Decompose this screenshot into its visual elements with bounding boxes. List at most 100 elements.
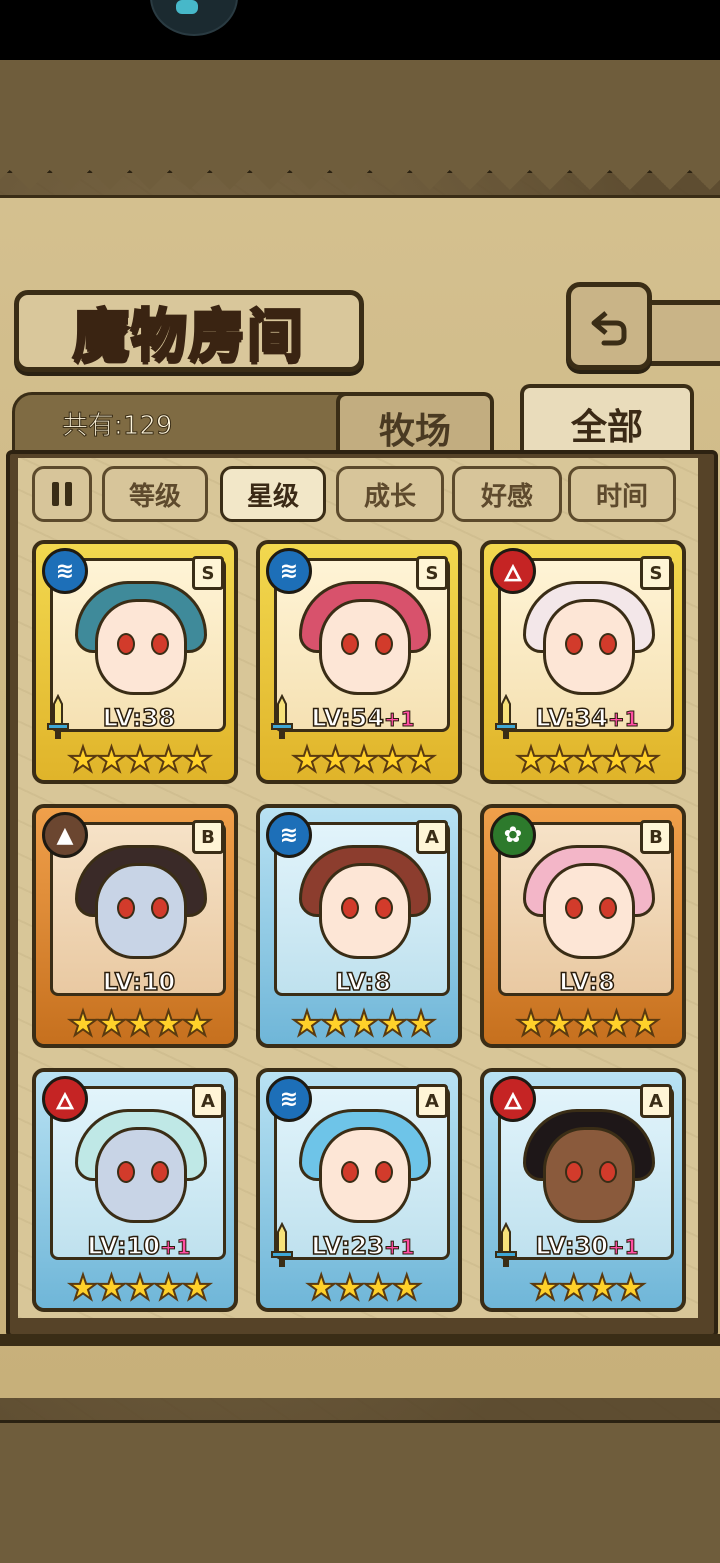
monster-eye [599,1161,617,1183]
monster-card[interactable]: 🜂 S LV:34+1 ★★★★★ [480,540,686,784]
filter-time[interactable]: 时间 [568,466,676,522]
monster-face [95,863,187,959]
monster-eye [151,897,169,919]
tab-all[interactable]: 全部 [520,384,694,460]
monster-face [543,863,635,959]
filter-level[interactable]: 等级 [102,466,208,522]
level-value: LV:10 [87,1231,161,1261]
level-label: LV:38 [36,703,234,733]
star-rating: ★★★★★ [67,1003,213,1044]
monster-face [95,599,187,695]
filter-affinity[interactable]: 好感 [452,466,562,522]
toggle-order-button[interactable] [32,466,92,522]
grass-icon: ✿ [490,812,536,858]
star-rating: ★★★★ [305,1267,423,1308]
water-icon: ≋ [42,548,88,594]
level-value: LV:30 [535,1231,609,1261]
back-rail [640,300,720,366]
monster-card[interactable]: ▲ B LV:10 ★★★★★ [32,804,238,1048]
sort-filter-bar: 等级 星级 成长 好感 时间 [32,466,688,522]
top-wood-strip [0,60,720,173]
rank-badge: A [416,820,448,854]
level-value: LV:23 [311,1231,385,1261]
monster-face [319,863,411,959]
monster-face [543,599,635,695]
monster-card[interactable]: ≋ S LV:54+1 ★★★★★ [256,540,462,784]
level-label: LV:54+1 [260,703,458,733]
level-value: LV:54 [311,703,385,733]
monster-eye [117,1161,135,1183]
filter-growth[interactable]: 成长 [336,466,444,522]
pause-icon [52,482,59,506]
monster-eye [117,897,135,919]
rank-badge: A [192,1084,224,1118]
back-button[interactable] [566,282,652,370]
star-rating: ★★★★★ [515,739,661,780]
star-rating: ★★★★ [529,1267,647,1308]
monster-eye [341,1161,359,1183]
rank-badge: B [640,820,672,854]
level-value: LV:34 [535,703,609,733]
level-label: LV:23+1 [260,1231,458,1261]
level-value: LV:8 [334,967,391,997]
fire-icon: 🜂 [490,548,536,594]
rank-badge: A [416,1084,448,1118]
level-label: LV:30+1 [484,1231,682,1261]
level-label: LV:34+1 [484,703,682,733]
monster-face [319,599,411,695]
monster-eye [151,633,169,655]
level-plus: +1 [383,1235,415,1260]
star-rating: ★★★★★ [291,739,437,780]
pause-icon [65,482,72,506]
monster-eye [341,633,359,655]
filter-star[interactable]: 星级 [220,466,326,522]
fire-icon: 🜂 [42,1076,88,1122]
return-arrow-icon [591,311,627,346]
page-title: 魔物房间 [72,301,305,370]
level-plus: +1 [159,1235,191,1260]
rank-badge: S [640,556,672,590]
level-plus: +1 [607,1235,639,1260]
monster-card[interactable]: ✿ B LV:8 ★★★★★ [480,804,686,1048]
panel-bottom-edge [0,1334,720,1346]
monster-eye [565,897,583,919]
camera-cutout [150,0,238,36]
bottom-wood-strip [0,1420,720,1563]
monster-eye [565,1161,583,1183]
water-icon: ≋ [266,812,312,858]
level-label: LV:8 [484,967,682,997]
monster-eye [599,633,617,655]
monster-face [319,1127,411,1223]
level-label: LV:10 [36,967,234,997]
level-label: LV:10+1 [36,1231,234,1261]
earth-icon: ▲ [42,812,88,858]
star-rating: ★★★★★ [291,1003,437,1044]
monster-eye [375,897,393,919]
monster-face [543,1127,635,1223]
monster-eye [117,633,135,655]
monster-card[interactable]: ≋ A LV:23+1 ★★★★ [256,1068,462,1312]
water-icon: ≋ [266,548,312,594]
star-rating: ★★★★★ [67,739,213,780]
rank-badge: S [416,556,448,590]
monster-card[interactable]: ≋ S LV:38 ★★★★★ [32,540,238,784]
monster-eye [565,633,583,655]
level-plus: +1 [383,707,415,732]
monster-count: 共有:129 [61,411,173,442]
monster-eye [151,1161,169,1183]
status-bar [0,0,720,60]
monster-eye [341,897,359,919]
monster-card[interactable]: ≋ A LV:8 ★★★★★ [256,804,462,1048]
level-value: LV:38 [102,703,176,733]
level-value: LV:10 [102,967,176,997]
rank-badge: A [640,1084,672,1118]
fire-icon: 🜂 [490,1076,536,1122]
rank-badge: B [192,820,224,854]
rank-badge: S [192,556,224,590]
monster-card[interactable]: 🜂 A LV:10+1 ★★★★★ [32,1068,238,1312]
level-value: LV:8 [558,967,615,997]
monster-eye [375,633,393,655]
monster-card[interactable]: 🜂 A LV:30+1 ★★★★ [480,1068,686,1312]
star-rating: ★★★★★ [67,1267,213,1308]
level-plus: +1 [607,707,639,732]
